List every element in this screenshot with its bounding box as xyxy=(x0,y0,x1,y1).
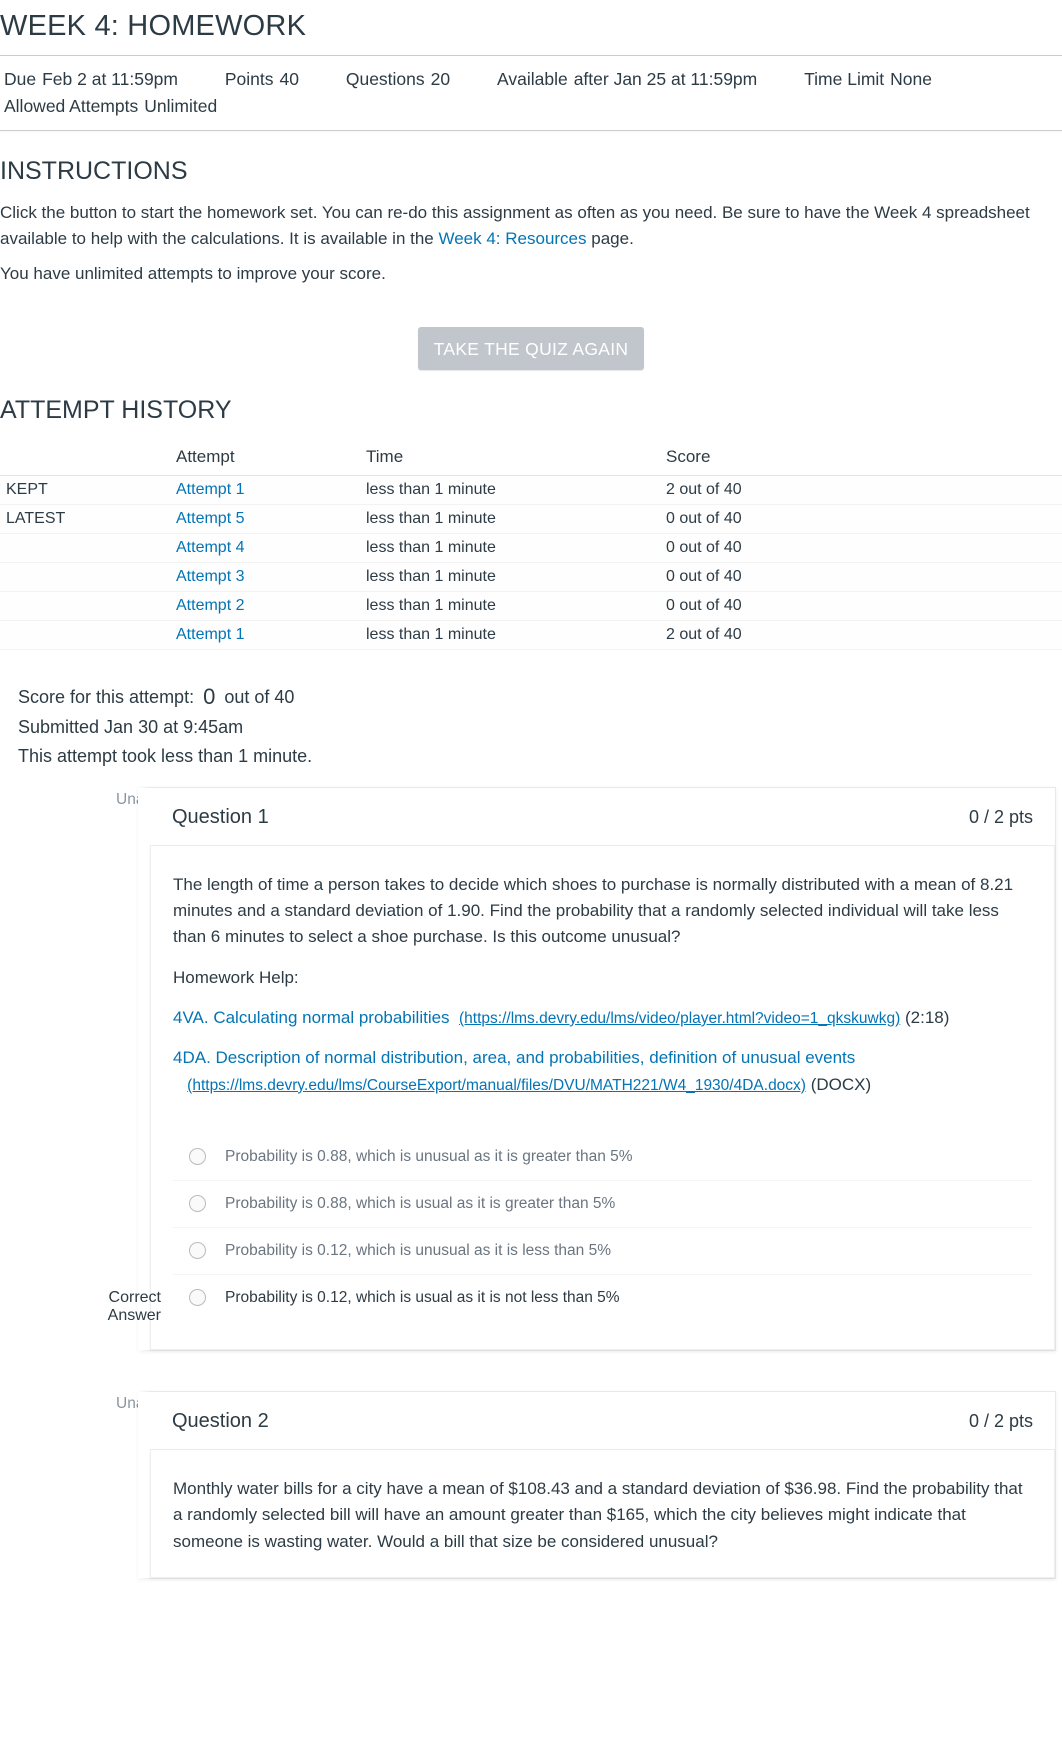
timelimit-label: Time Limit xyxy=(804,69,884,89)
questions-label: Questions xyxy=(346,69,425,89)
radio-icon xyxy=(189,1242,206,1259)
question-text: Monthly water bills for a city have a me… xyxy=(151,1450,1054,1577)
attempt-link[interactable]: Attempt 4 xyxy=(176,539,244,556)
attempts-label: Allowed Attempts xyxy=(4,96,138,116)
week4-resources-link[interactable]: Week 4: Resources xyxy=(438,229,586,248)
answer-option: Probability is 0.12, which is unusual as… xyxy=(173,1227,1032,1274)
question-text: The length of time a person takes to dec… xyxy=(151,846,1054,1120)
attempt-score: 0 xyxy=(203,684,215,709)
submitted-time: Submitted Jan 30 at 9:45am xyxy=(18,713,1062,742)
answer-option: Probability is 0.88, which is unusual as… xyxy=(173,1134,1032,1180)
attempt-link[interactable]: Attempt 3 xyxy=(176,568,244,585)
table-row: LATEST Attempt 5 less than 1 minute 0 ou… xyxy=(0,504,1062,533)
attempt-link[interactable]: Attempt 2 xyxy=(176,597,244,614)
help-link-video-url[interactable]: (https://lms.devry.edu/lms/video/player.… xyxy=(459,1010,900,1027)
question-card-1: Question 1 0 / 2 pts The length of time … xyxy=(138,787,1056,1351)
score-summary: Score for this attempt: 0 out of 40 Subm… xyxy=(18,678,1062,771)
table-row: Attempt 3 less than 1 minute 0 out of 40 xyxy=(0,562,1062,591)
answer-option: Probability is 0.88, which is usual as i… xyxy=(173,1180,1032,1227)
instructions-heading: INSTRUCTIONS xyxy=(0,157,1062,186)
attempt-link[interactable]: Attempt 1 xyxy=(176,481,244,498)
col-attempt: Attempt xyxy=(170,439,360,476)
attempt-duration: This attempt took less than 1 minute. xyxy=(18,742,1062,771)
help-link-video[interactable]: 4VA. Calculating normal probabilities xyxy=(173,1008,450,1027)
available-value: after Jan 25 at 11:59pm xyxy=(574,69,758,89)
question-card-2: Question 2 0 / 2 pts Monthly water bills… xyxy=(138,1391,1056,1579)
table-row: KEPT Attempt 1 less than 1 minute 2 out … xyxy=(0,475,1062,504)
attempt-link[interactable]: Attempt 5 xyxy=(176,510,244,527)
instructions-paragraph-1: Click the button to start the homework s… xyxy=(0,200,1062,251)
col-score: Score xyxy=(660,439,1062,476)
attempt-history-table: Attempt Time Score KEPT Attempt 1 less t… xyxy=(0,439,1062,650)
page-title: WEEK 4: HOMEWORK xyxy=(0,10,1062,43)
answer-option-correct: Correct Answer Probability is 0.12, whic… xyxy=(173,1274,1032,1321)
questions-value: 20 xyxy=(431,69,450,89)
timelimit-value: None xyxy=(890,69,932,89)
attempts-value: Unlimited xyxy=(144,96,217,116)
attempt-link[interactable]: Attempt 1 xyxy=(176,626,244,643)
help-link-doc[interactable]: 4DA. Description of normal distribution,… xyxy=(173,1048,855,1067)
correct-answer-label: Correct Answer xyxy=(61,1289,161,1325)
question-heading: Question 1 xyxy=(172,806,269,829)
quiz-meta-bar: Due Feb 2 at 11:59pm Points 40 Questions 20… xyxy=(0,55,1062,131)
instructions-paragraph-2: You have unlimited attempts to improve y… xyxy=(0,261,1062,287)
radio-icon xyxy=(189,1195,206,1212)
available-label: Available xyxy=(497,69,568,89)
table-row: Attempt 4 less than 1 minute 0 out of 40 xyxy=(0,533,1062,562)
question-points: 0 / 2 pts xyxy=(969,1411,1033,1432)
answer-list: Probability is 0.88, which is unusual as… xyxy=(151,1120,1054,1349)
attempt-history-heading: ATTEMPT HISTORY xyxy=(0,396,1062,425)
help-link-doc-url[interactable]: (https://lms.devry.edu/lms/CourseExport/… xyxy=(187,1077,806,1094)
radio-icon xyxy=(189,1289,206,1306)
points-label: Points xyxy=(225,69,274,89)
table-row: Attempt 2 less than 1 minute 0 out of 40 xyxy=(0,591,1062,620)
points-value: 40 xyxy=(280,69,299,89)
radio-icon xyxy=(189,1148,206,1165)
question-heading: Question 2 xyxy=(172,1410,269,1433)
question-points: 0 / 2 pts xyxy=(969,807,1033,828)
take-quiz-again-button[interactable]: TAKE THE QUIZ AGAIN xyxy=(418,327,645,370)
table-row: Attempt 1 less than 1 minute 2 out of 40 xyxy=(0,620,1062,649)
due-label: Due xyxy=(4,69,36,89)
col-time: Time xyxy=(360,439,660,476)
due-value: Feb 2 at 11:59pm xyxy=(42,69,178,89)
